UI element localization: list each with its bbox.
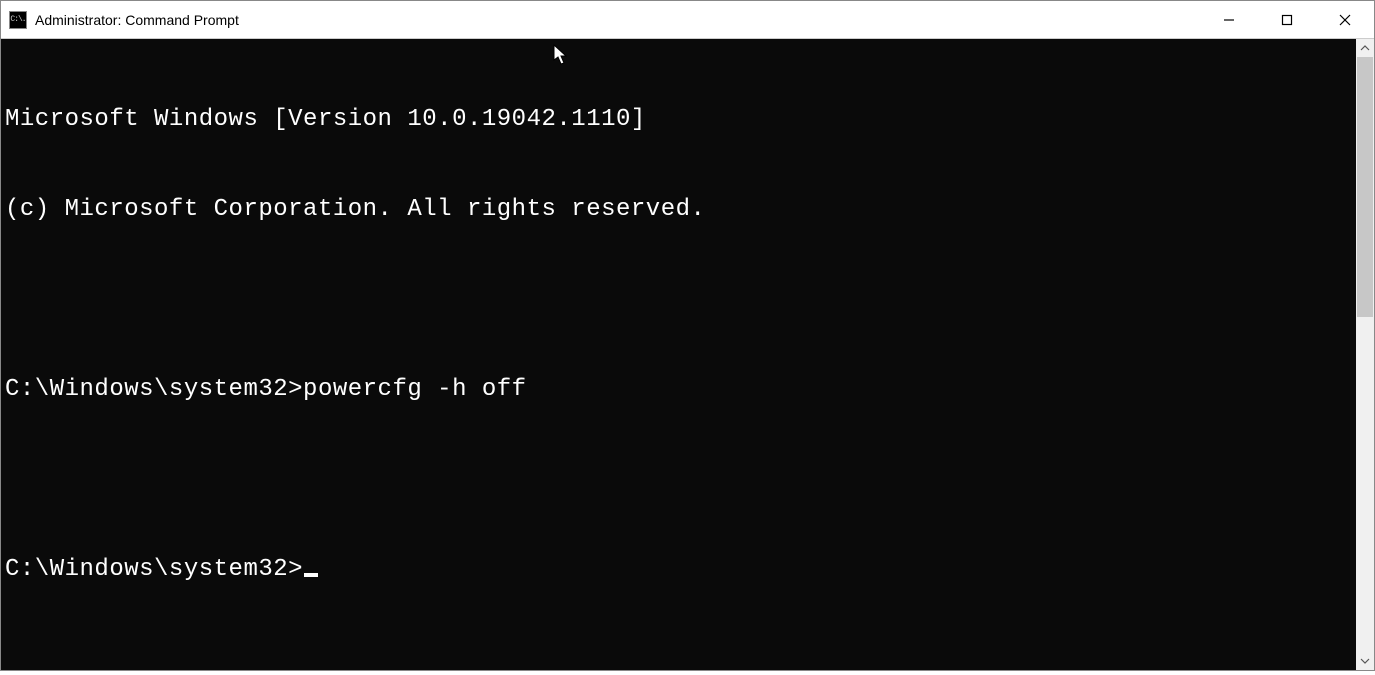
close-button[interactable] bbox=[1316, 1, 1374, 38]
window-title: Administrator: Command Prompt bbox=[35, 12, 239, 28]
scroll-up-button[interactable] bbox=[1356, 39, 1374, 57]
terminal-line: Microsoft Windows [Version 10.0.19042.11… bbox=[5, 105, 1356, 135]
scroll-thumb[interactable] bbox=[1357, 57, 1373, 317]
terminal-line bbox=[5, 285, 1356, 315]
terminal-prompt-line: C:\Windows\system32> bbox=[5, 555, 1356, 585]
scroll-down-button[interactable] bbox=[1356, 652, 1374, 670]
window-controls bbox=[1200, 1, 1374, 38]
terminal-cursor bbox=[304, 573, 318, 577]
terminal-line: C:\Windows\system32>powercfg -h off bbox=[5, 375, 1356, 405]
vertical-scrollbar[interactable] bbox=[1356, 39, 1374, 670]
terminal-prompt: C:\Windows\system32> bbox=[5, 556, 303, 583]
terminal-line: (c) Microsoft Corporation. All rights re… bbox=[5, 195, 1356, 225]
minimize-button[interactable] bbox=[1200, 1, 1258, 38]
cmd-icon-text: C:\. bbox=[10, 15, 25, 24]
terminal-wrapper: Microsoft Windows [Version 10.0.19042.11… bbox=[1, 39, 1374, 670]
scroll-track[interactable] bbox=[1356, 57, 1374, 652]
window-titlebar: C:\. Administrator: Command Prompt bbox=[1, 1, 1374, 39]
terminal-line bbox=[5, 465, 1356, 495]
titlebar-left: C:\. Administrator: Command Prompt bbox=[1, 11, 239, 29]
mouse-cursor-icon bbox=[553, 44, 569, 66]
terminal-area[interactable]: Microsoft Windows [Version 10.0.19042.11… bbox=[1, 39, 1356, 670]
maximize-button[interactable] bbox=[1258, 1, 1316, 38]
cmd-icon: C:\. bbox=[9, 11, 27, 29]
